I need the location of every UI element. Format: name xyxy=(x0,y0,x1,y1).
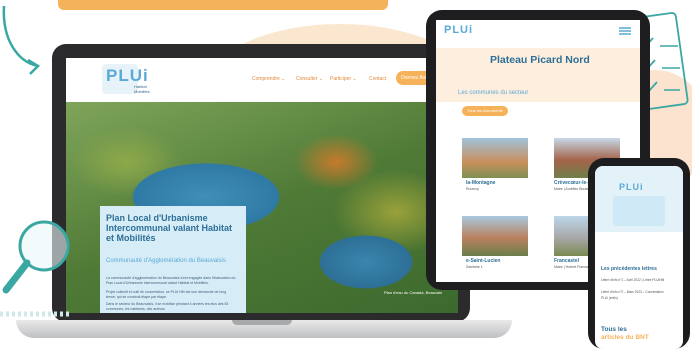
newsletter-cover xyxy=(613,196,665,226)
articles-link[interactable]: articles du BNT xyxy=(601,334,649,341)
phone-heading: Les précédentes lettres xyxy=(601,266,657,272)
intro-paragraph: La communauté d'agglomération du Beauvai… xyxy=(106,276,236,285)
town-detail: Sanitaire 1 xyxy=(466,265,483,269)
tablet-intro: Les communes du secteur xyxy=(458,90,529,96)
site-logo[interactable]: PLUi xyxy=(106,66,149,86)
laptop-notch xyxy=(232,320,292,325)
phone-logo[interactable]: PLUi xyxy=(619,182,644,192)
hero-card: Plan Local d'Urbanisme Intercommunal val… xyxy=(100,206,246,313)
top-accent-strip xyxy=(58,0,388,10)
page-subtitle: Communauté d'Agglomération du Beauvaisis xyxy=(106,258,226,264)
tablet-title: Plateau Picard Nord xyxy=(490,54,590,66)
articles-label: Tous les xyxy=(601,326,627,333)
menu-icon[interactable] xyxy=(618,26,632,36)
intro-paragraph: Dans le secteur du Beauvaisis, il se mob… xyxy=(106,302,229,311)
nav-consulter[interactable]: Consulter ⌄ xyxy=(296,76,323,82)
town-name[interactable]: e-Saint-Lucien xyxy=(466,258,500,264)
intro-paragraph: Projet collectif et outil de concertatio… xyxy=(106,290,227,299)
arrow-icon xyxy=(2,5,41,75)
tablet-logo[interactable]: PLUi xyxy=(444,24,473,36)
town-name[interactable]: Francastel xyxy=(554,258,579,264)
town-name[interactable]: la-Montagne xyxy=(466,180,495,186)
town-detail: Maire | Aurélien Boutetz xyxy=(554,187,592,191)
laptop-screen: PLUi Habitat Mobilités Comprendre ⌄ Cons… xyxy=(66,58,458,313)
phone-screen: PLUi Les précédentes lettres Lettre d'in… xyxy=(595,166,683,349)
newsletter-link[interactable]: PLUi (enfin) xyxy=(601,296,618,300)
town-photo xyxy=(462,216,528,256)
newsletter-link[interactable]: Lettre d'info n°1 – Avril 2022 | Lettre … xyxy=(601,278,679,282)
nav-participer[interactable]: Participer ⌄ xyxy=(330,76,357,82)
photo-credit: Plan d'eau du Canada, Beauvais xyxy=(384,290,443,295)
magnifier-icon xyxy=(0,220,72,317)
town-photo xyxy=(462,138,528,178)
logo-subtitle: Habitat Mobilités xyxy=(134,84,150,94)
nav-comprendre[interactable]: Comprendre ⌄ xyxy=(252,76,285,82)
page-title: Plan Local d'Urbanisme Intercommunal val… xyxy=(106,213,233,243)
town-detail: Rouvroy xyxy=(466,187,480,191)
site-header: PLUi Habitat Mobilités Comprendre ⌄ Cons… xyxy=(66,58,458,102)
nav-contact[interactable]: Contact xyxy=(369,76,386,82)
tablet-button[interactable]: Tous les documents xyxy=(462,106,508,116)
newsletter-link[interactable]: Lettre d'info n°2 – Mars 2023 – Concerta… xyxy=(601,290,679,294)
